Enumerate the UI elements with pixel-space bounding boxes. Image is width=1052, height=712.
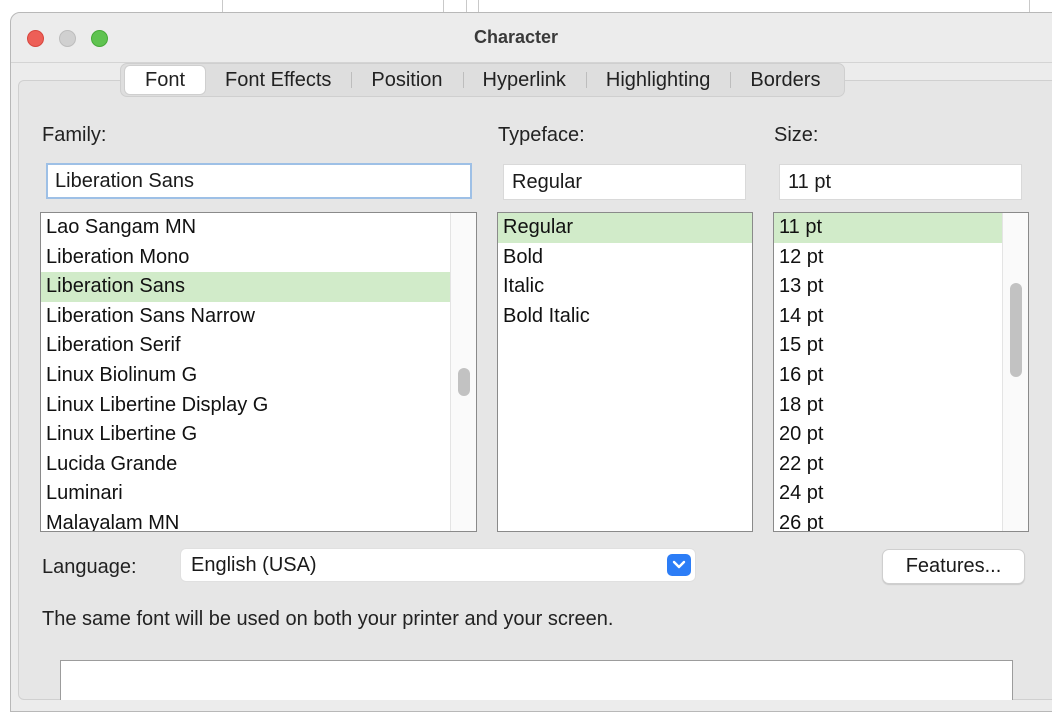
family-list-item[interactable]: Liberation Mono	[41, 243, 476, 273]
size-list-item[interactable]: 20 pt	[774, 420, 1028, 450]
language-select[interactable]: English (USA)	[180, 548, 696, 582]
tab-borders[interactable]: Borders	[730, 66, 840, 94]
size-list-item[interactable]: 14 pt	[774, 302, 1028, 332]
tab-bar: Font Font Effects Position Hyperlink Hig…	[120, 63, 846, 97]
family-label: Family:	[42, 124, 107, 146]
family-list-item[interactable]: Linux Libertine Display G	[41, 391, 476, 421]
size-list-item[interactable]: 12 pt	[774, 243, 1028, 273]
family-list-item[interactable]: Luminari	[41, 479, 476, 509]
chevron-down-icon[interactable]	[667, 554, 691, 576]
tab-highlighting[interactable]: Highlighting	[585, 66, 731, 94]
language-value: English (USA)	[191, 554, 317, 576]
size-input[interactable]: 11 pt	[779, 164, 1022, 200]
size-list-scrollbar[interactable]	[1002, 213, 1028, 531]
features-button[interactable]: Features...	[882, 549, 1025, 584]
family-list-item[interactable]: Lucida Grande	[41, 450, 476, 480]
scrollbar-thumb[interactable]	[458, 368, 470, 396]
family-list-item[interactable]: Linux Biolinum G	[41, 361, 476, 391]
typeface-list-item[interactable]: Bold	[498, 243, 752, 273]
typeface-list-item-selected[interactable]: Regular	[498, 213, 752, 243]
divider	[1029, 0, 1030, 12]
tab-font-effects[interactable]: Font Effects	[205, 66, 351, 94]
size-label: Size:	[774, 124, 819, 146]
family-list[interactable]: Lao Sangam MN Liberation Mono Liberation…	[40, 212, 477, 532]
tab-position[interactable]: Position	[351, 66, 462, 94]
divider	[466, 0, 467, 12]
size-list-item[interactable]: 24 pt	[774, 479, 1028, 509]
family-list-item[interactable]: Linux Libertine G	[41, 420, 476, 450]
size-list-item[interactable]: 15 pt	[774, 331, 1028, 361]
typeface-label: Typeface:	[498, 124, 585, 146]
family-list-item[interactable]: Liberation Serif	[41, 331, 476, 361]
typeface-input[interactable]: Regular	[503, 164, 746, 200]
size-list-item[interactable]: 13 pt	[774, 272, 1028, 302]
divider	[478, 0, 479, 12]
scrollbar-thumb[interactable]	[1010, 283, 1022, 377]
size-list-item[interactable]: 18 pt	[774, 391, 1028, 421]
family-list-scrollbar[interactable]	[450, 213, 476, 531]
family-list-item[interactable]: Lao Sangam MN	[41, 213, 476, 243]
typeface-list-item[interactable]: Bold Italic	[498, 302, 752, 332]
divider	[443, 0, 444, 12]
size-list-item[interactable]: 22 pt	[774, 450, 1028, 480]
font-info-note: The same font will be used on both your …	[42, 608, 614, 630]
typeface-list-item[interactable]: Italic	[498, 272, 752, 302]
family-list-item-selected[interactable]: Liberation Sans	[41, 272, 450, 302]
family-list-item[interactable]: Liberation Sans Narrow	[41, 302, 476, 332]
language-label: Language:	[42, 556, 137, 578]
divider	[222, 0, 223, 12]
tab-font[interactable]: Font	[125, 66, 206, 94]
dialog-title: Character	[473, 27, 559, 47]
size-list-item[interactable]: 26 pt	[774, 509, 1028, 531]
title-bar: Character	[11, 13, 1052, 63]
size-list-item[interactable]: 16 pt	[774, 361, 1028, 391]
tab-hyperlink[interactable]: Hyperlink	[462, 66, 586, 94]
font-preview-box	[60, 660, 1013, 700]
size-list-item-selected[interactable]: 11 pt	[774, 213, 1002, 243]
typeface-list[interactable]: Regular Bold Italic Bold Italic	[497, 212, 753, 532]
background-window-strip	[0, 0, 1052, 12]
family-list-item[interactable]: Malayalam MN	[41, 509, 476, 531]
family-input[interactable]: Liberation Sans	[46, 163, 472, 199]
size-list[interactable]: 11 pt 12 pt 13 pt 14 pt 15 pt 16 pt 18 p…	[773, 212, 1029, 532]
